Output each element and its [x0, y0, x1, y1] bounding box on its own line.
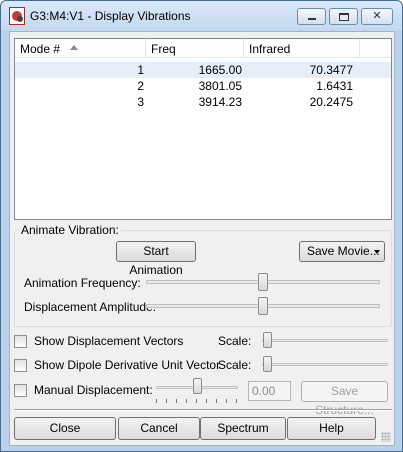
displacement-scale-slider[interactable]	[263, 332, 272, 348]
help-button[interactable]: Help	[287, 417, 376, 440]
window-title: G3:M4:V1 - Display Vibrations	[30, 9, 191, 23]
save-movie-dropdown[interactable]: Save Movie...	[299, 241, 385, 262]
manual-displacement-checkbox[interactable]	[14, 384, 27, 397]
infrared-cell: 70.3477	[309, 63, 353, 77]
table-row-selected[interactable]: 1 1665.00 70.3477	[15, 62, 391, 78]
animation-frequency-label: Animation Frequency:	[24, 276, 141, 290]
maximize-button[interactable]	[329, 8, 358, 25]
show-dipole-derivative-label: Show Dipole Derivative Unit Vector	[34, 358, 221, 372]
column-separator[interactable]	[243, 39, 244, 58]
manual-displacement-input[interactable]: 0.00	[248, 381, 291, 401]
animation-frequency-slider[interactable]	[258, 273, 268, 291]
show-dipole-derivative-checkbox[interactable]	[14, 359, 27, 372]
save-movie-label: Save Movie...	[307, 244, 380, 258]
column-separator[interactable]	[145, 39, 146, 58]
table-row[interactable]: 3 3914.23 20.2475	[15, 94, 391, 110]
dialog-client-area: Mode # Freq Infrared 1 1665.00 70.3477 2…	[9, 31, 395, 446]
freq-cell: 3801.05	[198, 79, 242, 93]
sort-ascending-icon	[70, 45, 78, 50]
manual-displacement-label: Manual Displacement:	[34, 383, 153, 397]
manual-displacement-ticks	[156, 399, 238, 403]
minimize-icon	[308, 18, 316, 20]
close-window-button[interactable]: ✕	[361, 8, 393, 25]
mode-cell: 1	[137, 63, 144, 77]
display-vibrations-window: G3:M4:V1 - Display Vibrations ✕ Mode # F…	[0, 0, 403, 452]
displacement-amplitude-slider[interactable]	[258, 297, 268, 315]
column-header-freq[interactable]: Freq	[151, 42, 176, 56]
manual-displacement-slider[interactable]	[193, 378, 202, 394]
infrared-cell: 20.2475	[309, 95, 353, 109]
start-animation-button[interactable]: Start Animation	[116, 241, 196, 277]
list-header: Mode # Freq Infrared	[15, 39, 391, 58]
animate-vibration-label: Animate Vibration:	[19, 223, 121, 237]
gaussview-app-icon	[9, 7, 25, 25]
dipole-scale-slider[interactable]	[263, 356, 272, 372]
dipole-scale-track[interactable]	[262, 363, 388, 366]
dipole-scale-label: Scale:	[218, 358, 252, 372]
displacement-scale-label: Scale:	[218, 334, 252, 348]
dropdown-arrow-icon	[374, 250, 380, 254]
save-structure-button[interactable]: Save Structure...	[301, 381, 388, 417]
column-header-mode[interactable]: Mode #	[20, 42, 60, 56]
displacement-amplitude-label: Displacement Amplitude:	[24, 300, 157, 314]
close-icon: ✕	[372, 10, 382, 22]
freq-cell: 1665.00	[198, 63, 242, 77]
minimize-button[interactable]	[297, 8, 326, 25]
cancel-button[interactable]: Cancel	[118, 417, 200, 440]
mode-cell: 3	[137, 95, 144, 109]
maximize-icon	[339, 13, 349, 21]
vibration-list[interactable]: Mode # Freq Infrared 1 1665.00 70.3477 2…	[14, 38, 392, 220]
column-header-infrared[interactable]: Infrared	[249, 42, 290, 56]
column-separator[interactable]	[359, 39, 360, 58]
show-displacement-vectors-checkbox[interactable]	[14, 335, 27, 348]
title-bar[interactable]: G3:M4:V1 - Display Vibrations ✕	[1, 1, 402, 31]
freq-cell: 3914.23	[198, 95, 242, 109]
mode-cell: 2	[137, 79, 144, 93]
infrared-cell: 1.6431	[316, 79, 353, 93]
displacement-scale-track[interactable]	[262, 339, 388, 342]
table-row[interactable]: 2 3801.05 1.6431	[15, 78, 391, 94]
resize-grip-icon[interactable]	[381, 432, 391, 442]
spectrum-button[interactable]: Spectrum	[200, 417, 286, 440]
footer-divider	[14, 409, 392, 411]
show-displacement-vectors-label: Show Displacement Vectors	[34, 334, 184, 348]
close-button[interactable]: Close	[14, 417, 116, 440]
